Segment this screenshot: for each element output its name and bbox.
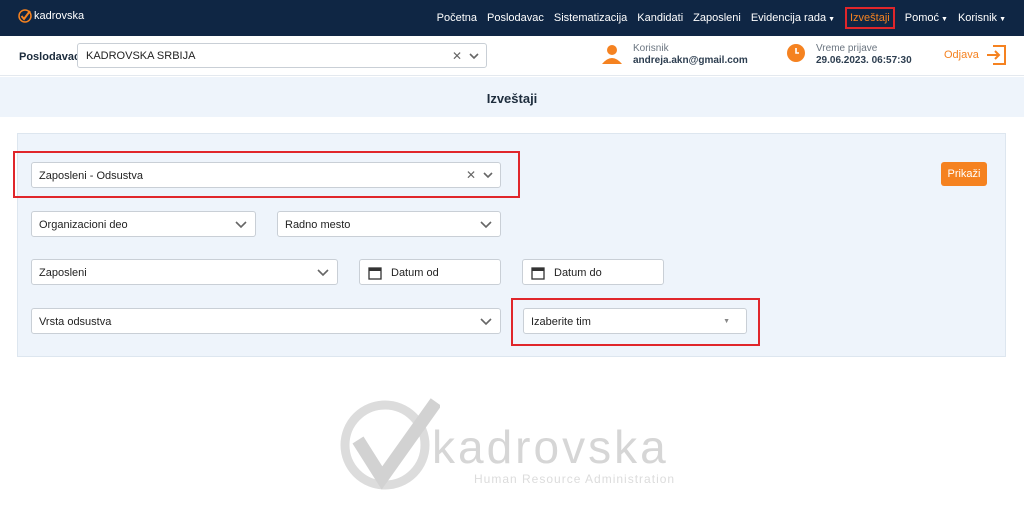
login-text: Vreme prijave 29.06.2023. 06:57:30 [816,43,912,67]
nav-item-kandidati[interactable]: Kandidati [637,12,683,24]
top-navbar: kadrovska Početna Poslodavac Sistematiza… [0,0,1024,36]
date-to-placeholder: Datum do [554,267,602,279]
employer-select[interactable]: KADROVSKA SRBIJA ✕ [77,43,487,68]
caret-down-icon: ▼ [999,16,1006,23]
nav-item-evidencija-rada[interactable]: Evidencija rada ▼ [751,12,835,24]
watermark-brand: kadrovska [432,421,669,473]
nav-item-label: Evidencija rada [750,12,827,24]
employee-select[interactable]: Zaposleni [31,259,338,285]
date-to-input[interactable]: Datum do [522,259,664,285]
nav-item-pomoc[interactable]: Pomoć ▼ [905,12,948,24]
nav-item-poslodavac[interactable]: Poslodavac [487,12,544,24]
user-label: Korisnik [633,43,669,54]
employer-value: KADROVSKA SRBIJA [86,50,196,62]
main-nav: Početna Poslodavac Sistematizacija Kandi… [427,0,1006,36]
date-from-placeholder: Datum od [391,267,439,279]
nav-item-sistematizacija[interactable]: Sistematizacija [554,12,627,24]
user-icon [602,45,622,64]
chevron-down-icon[interactable] [482,169,494,181]
absence-type-select[interactable]: Vrsta odsustva [31,308,501,334]
watermark-tagline: Human Resource Administration [474,472,676,486]
nav-item-label: Korisnik [957,12,998,24]
login-time-info: Vreme prijave 29.06.2023. 06:57:30 [786,43,912,67]
calendar-icon [368,267,382,280]
date-from-input[interactable]: Datum od [359,259,501,285]
logout-button[interactable]: Odjava [944,44,1007,66]
org-unit-placeholder: Organizacioni deo [39,219,128,231]
clear-icon[interactable]: ✕ [466,168,476,182]
nav-item-pocetna[interactable]: Početna [437,12,477,24]
chevron-down-icon [235,221,247,229]
watermark-logo-icon [340,398,440,490]
title-bar: Izveštaji [0,77,1024,117]
nav-item-label: Pomoć [904,12,939,24]
logout-icon [986,45,1006,65]
employer-label: Poslodavac [19,51,81,63]
logo-text: kadrovska [34,10,85,22]
user-info: Korisnik andreja.akn@gmail.com [601,43,748,67]
caret-down-icon: ▼ [941,16,948,23]
show-report-button[interactable]: Prikaži [941,162,987,186]
page-title: Izveštaji [486,91,538,106]
login-time: 29.06.2023. 06:57:30 [816,55,912,66]
select-controls: ✕ [452,49,480,63]
checkmark-logo-icon [18,9,32,23]
nav-item-korisnik[interactable]: Korisnik ▼ [958,12,1006,24]
select-controls: ✕ [466,168,494,182]
chevron-down-icon [480,221,492,229]
user-email: andreja.akn@gmail.com [633,55,748,66]
position-placeholder: Radno mesto [285,219,351,231]
report-type-select[interactable]: Zaposleni - Odsustva ✕ [31,162,501,188]
report-type-value: Zaposleni - Odsustva [39,170,143,182]
caret-down-icon: ▼ [828,16,835,23]
logout-label: Odjava [944,49,979,61]
chevron-down-icon [480,318,492,326]
clear-icon[interactable]: ✕ [452,49,462,63]
nav-item-izvestaji[interactable]: Izveštaji [845,7,895,29]
app-logo[interactable]: kadrovska [18,9,84,23]
team-select[interactable]: Izaberite tim ▼ [523,308,747,334]
calendar-icon [531,267,545,280]
caret-down-icon: ▼ [723,318,730,325]
absence-type-placeholder: Vrsta odsustva [39,316,112,328]
nav-item-zaposleni[interactable]: Zaposleni [693,12,741,24]
user-text: Korisnik andreja.akn@gmail.com [633,43,748,67]
watermark: kadrovska Human Resource Administration [340,398,690,493]
org-unit-select[interactable]: Organizacioni deo [31,211,256,237]
sub-header: Poslodavac KADROVSKA SRBIJA ✕ Korisnik a… [0,36,1024,76]
chevron-down-icon [317,269,329,277]
login-label: Vreme prijave [816,43,878,54]
position-select[interactable]: Radno mesto [277,211,501,237]
employee-placeholder: Zaposleni [39,267,87,279]
clock-icon [787,44,805,62]
chevron-down-icon[interactable] [468,50,480,62]
team-placeholder: Izaberite tim [531,316,591,328]
